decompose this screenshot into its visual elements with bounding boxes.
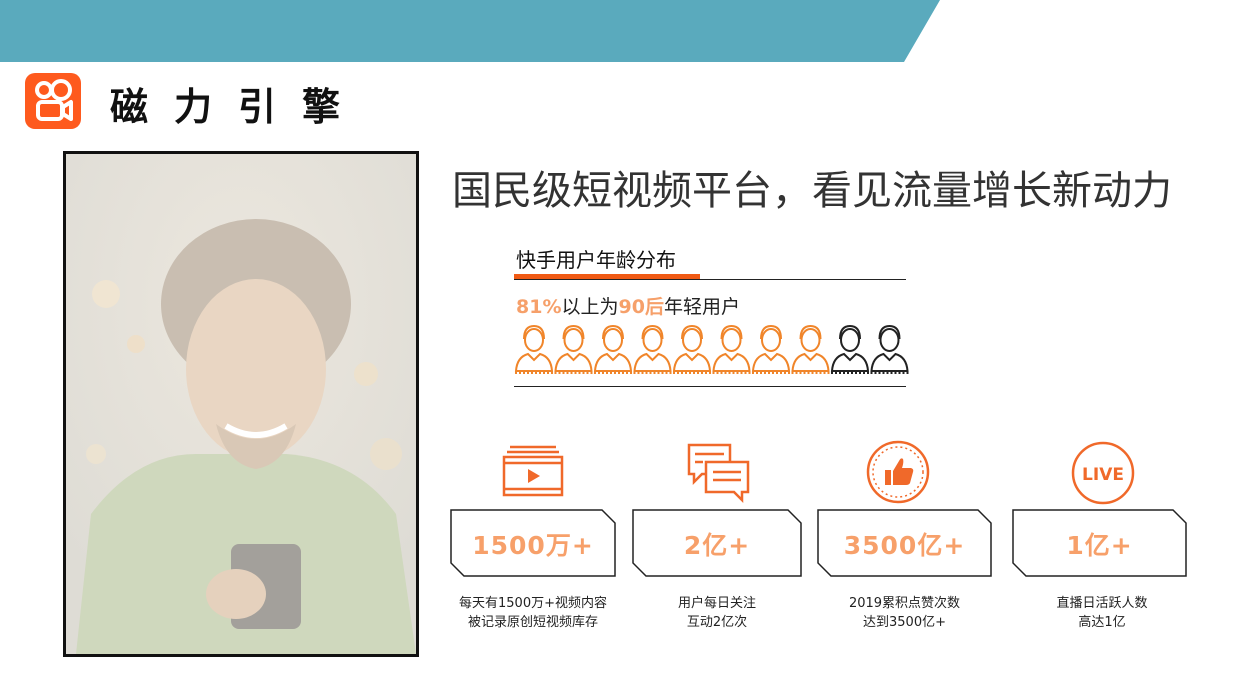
metric-desc-4: 直播日活跃人数 高达1亿 xyxy=(1012,594,1192,632)
page-headline: 国民级短视频平台，看见流量增长新动力 xyxy=(452,168,1172,214)
metric-desc-3-line2: 达到3500亿+ xyxy=(863,615,946,630)
person-icon-highlighted xyxy=(593,324,633,374)
metric-desc-2-line2: 互动2亿次 xyxy=(686,615,748,630)
age-stat-percent: 81% xyxy=(516,296,562,318)
kuaishou-logo-icon xyxy=(35,79,73,121)
person-icon-highlighted xyxy=(712,324,751,374)
metric-desc-2-line1: 用户每日关注 xyxy=(677,596,756,611)
metric-desc-1: 每天有1500万+视频内容 被记录原创短视频库存 xyxy=(430,594,636,632)
hero-photo xyxy=(63,151,419,657)
brand-title: 磁力引擎 xyxy=(110,85,367,129)
kuaishou-logo xyxy=(25,73,81,129)
age-stat-tail: 年轻用户 xyxy=(663,296,740,318)
metric-value-3: 3500亿+ xyxy=(843,531,966,560)
metric-value-1: 1500万+ xyxy=(472,531,594,560)
thumbs-up-icon xyxy=(866,440,930,504)
age-pictogram xyxy=(514,324,909,374)
person-icon-highlighted xyxy=(633,324,672,374)
divider-top xyxy=(514,279,906,280)
metric-value-2: 2亿+ xyxy=(683,531,751,560)
top-banner xyxy=(0,0,940,62)
metric-desc-1-line2: 被记录原创短视频库存 xyxy=(467,615,598,630)
metric-desc-3: 2019累积点赞次数 达到3500亿+ xyxy=(807,594,1002,632)
person-icon-highlighted xyxy=(791,324,830,374)
metric-desc-3-line1: 2019累积点赞次数 xyxy=(848,596,961,611)
age-stat-line: 81%以上为90后年轻用户 xyxy=(516,292,740,319)
age-section-title: 快手用户年龄分布 xyxy=(516,248,676,272)
metric-desc-4-line2: 高达1亿 xyxy=(1078,615,1126,630)
live-icon-text: LIVE xyxy=(1082,465,1124,485)
video-play-icon xyxy=(502,445,564,497)
divider-bottom xyxy=(514,386,906,387)
age-stat-group: 90后 xyxy=(618,296,664,318)
metric-desc-4-line1: 直播日活跃人数 xyxy=(1056,596,1148,611)
metric-desc-2: 用户每日关注 互动2亿次 xyxy=(632,594,802,632)
chat-bubbles-icon xyxy=(687,443,750,504)
person-icon-highlighted xyxy=(672,324,712,374)
metric-value-4: 1亿+ xyxy=(1066,531,1133,560)
metric-desc-1-line1: 每天有1500万+视频内容 xyxy=(459,596,607,611)
live-badge-icon: LIVE xyxy=(1071,441,1135,505)
person-icon-highlighted xyxy=(514,324,554,374)
age-stat-mid: 以上为 xyxy=(561,296,619,318)
person-icon xyxy=(830,324,870,374)
person-with-phone-image xyxy=(66,154,416,654)
person-icon-highlighted xyxy=(751,324,791,374)
person-icon xyxy=(870,324,909,374)
person-icon-highlighted xyxy=(554,324,593,374)
